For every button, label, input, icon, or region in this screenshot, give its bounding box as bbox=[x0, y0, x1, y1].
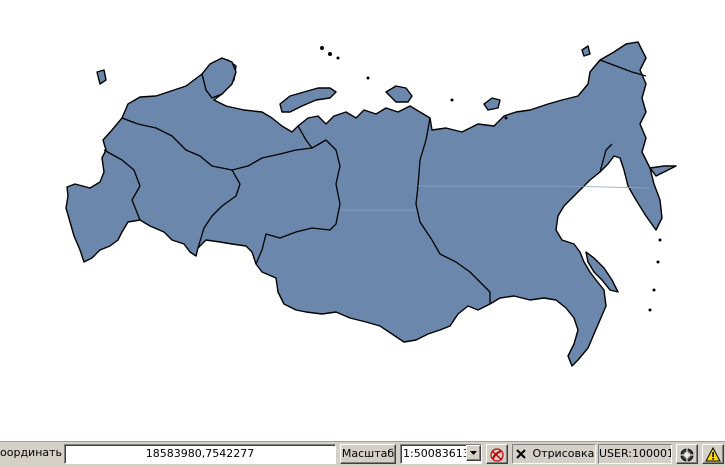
map-canvas[interactable] bbox=[0, 0, 725, 440]
novaya-zemlya bbox=[279, 87, 337, 113]
close-icon[interactable] bbox=[515, 448, 527, 460]
chevron-down-icon[interactable] bbox=[466, 445, 481, 461]
kaliningrad bbox=[96, 69, 107, 85]
target-icon[interactable] bbox=[676, 444, 698, 464]
kamchatka-tip bbox=[649, 165, 677, 177]
warning-icon[interactable] bbox=[702, 444, 724, 464]
russia-mainland bbox=[65, 41, 663, 367]
map-svg[interactable] bbox=[0, 0, 725, 440]
wrangel-island bbox=[581, 45, 591, 57]
scale-select[interactable]: 1:50083613 bbox=[400, 444, 482, 464]
scale-value: 1:50083613 bbox=[403, 447, 470, 460]
render-label: Отрисовка bbox=[532, 447, 595, 460]
coords-label: оординаты: bbox=[0, 446, 62, 459]
status-bar: оординаты: 18583980,7542277 Масштаб 1:50… bbox=[0, 440, 725, 467]
severnaya-zemlya bbox=[385, 85, 413, 103]
russia-regions bbox=[65, 41, 677, 367]
scale-button[interactable]: Масштаб bbox=[340, 444, 396, 464]
render-toggle[interactable]: Отрисовка bbox=[512, 444, 596, 464]
render-off-icon[interactable] bbox=[486, 444, 508, 464]
kola-peninsula bbox=[201, 57, 237, 99]
new-siberian-islands bbox=[483, 97, 501, 111]
user-label: USER:100001 bbox=[598, 444, 672, 464]
coords-field[interactable]: 18583980,7542277 bbox=[64, 444, 336, 464]
